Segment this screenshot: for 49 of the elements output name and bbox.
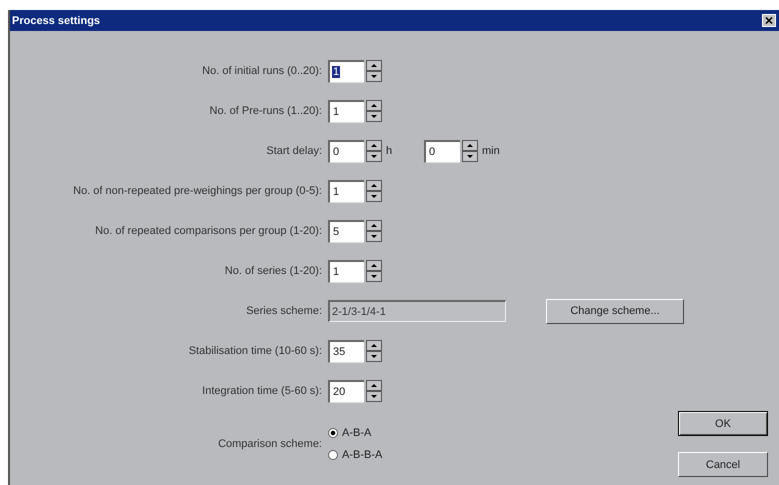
number-field[interactable]: 1	[328, 60, 364, 82]
radio-button[interactable]	[328, 450, 338, 460]
field-label: Start delay:	[265, 145, 322, 157]
number-field[interactable]: 0	[424, 140, 460, 162]
spin-down-icon[interactable]	[366, 191, 382, 202]
number-field[interactable]: 0	[328, 140, 364, 162]
number-field[interactable]: 1	[328, 180, 364, 202]
radio-label: A-B-A	[342, 427, 372, 439]
spin-up-icon[interactable]	[366, 140, 382, 151]
spin-up-icon[interactable]	[366, 260, 382, 271]
field-label: Comparison scheme:	[217, 438, 322, 450]
field-label: No. of Pre-runs (1..20):	[208, 105, 322, 117]
spin-up-icon[interactable]	[366, 380, 382, 391]
ok-button[interactable]: OK	[678, 411, 768, 436]
cancel-button[interactable]: Cancel	[678, 452, 768, 477]
scheme-field: 2-1/3-1/4-1	[328, 300, 506, 322]
spin-up-icon[interactable]	[366, 100, 382, 111]
field-label: No. of series (1-20):	[224, 265, 322, 277]
spin-down-icon[interactable]	[462, 151, 478, 162]
close-icon[interactable]	[762, 14, 776, 27]
radio-button[interactable]	[328, 428, 338, 438]
spin-down-icon[interactable]	[366, 71, 382, 82]
spin-up-icon[interactable]	[366, 180, 382, 191]
radio-label: A-B-B-A	[342, 449, 382, 461]
unit-label: min	[482, 145, 500, 157]
spin-down-icon[interactable]	[366, 391, 382, 402]
number-field[interactable]: 20	[328, 380, 364, 402]
change-scheme-button[interactable]: Change scheme...	[546, 298, 684, 324]
spin-down-icon[interactable]	[366, 231, 382, 242]
window-title: Process settings	[12, 14, 100, 26]
field-label: No. of repeated comparisons per group (1-20):	[94, 225, 322, 237]
unit-label: h	[386, 145, 394, 157]
spin-up-icon[interactable]	[366, 220, 382, 231]
field-label: Series scheme:	[245, 305, 322, 317]
spin-up-icon[interactable]	[366, 60, 382, 71]
spin-up-icon[interactable]	[462, 140, 478, 151]
spin-down-icon[interactable]	[366, 111, 382, 122]
number-field[interactable]: 1	[328, 100, 364, 122]
field-label: Integration time (5-60 s):	[201, 385, 322, 397]
spin-down-icon[interactable]	[366, 271, 382, 282]
field-label: No. of initial runs (0..20):	[201, 65, 322, 77]
number-field[interactable]: 1	[328, 260, 364, 282]
spin-down-icon[interactable]	[366, 151, 382, 162]
spin-up-icon[interactable]	[366, 340, 382, 351]
spin-down-icon[interactable]	[366, 351, 382, 362]
field-label: Stabilisation time (10-60 s):	[188, 345, 322, 357]
field-label: No. of non-repeated pre-weighings per group (0-5):	[72, 185, 322, 197]
number-field[interactable]: 5	[328, 220, 364, 242]
number-field[interactable]: 35	[328, 340, 364, 362]
